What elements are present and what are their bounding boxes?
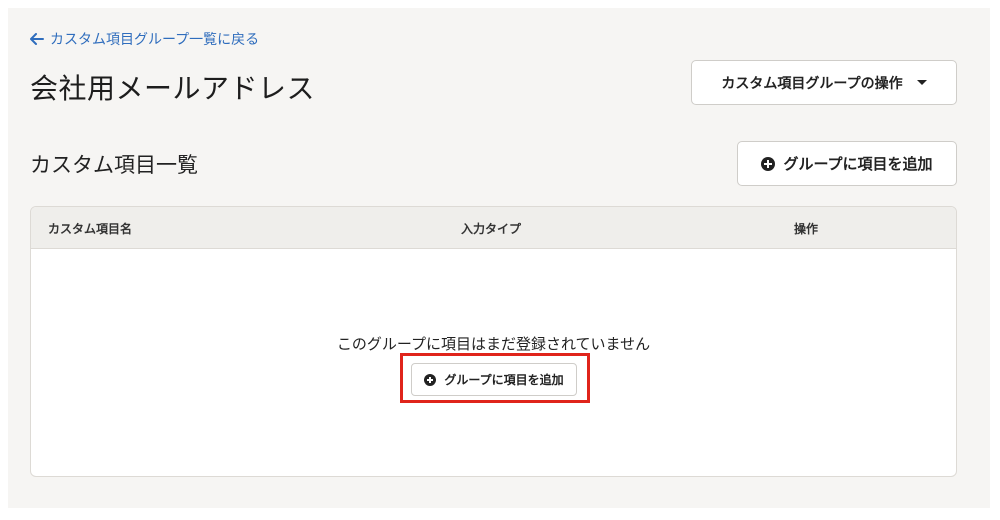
plus-circle-icon: [424, 373, 437, 386]
back-link[interactable]: カスタム項目グループ一覧に戻る: [30, 29, 259, 49]
page-container: カスタム項目グループ一覧に戻る 会社用メールアドレス カスタム項目グループの操作…: [8, 8, 990, 508]
page-title: 会社用メールアドレス: [30, 72, 316, 105]
empty-state-add-item-button[interactable]: グループに項目を追加: [411, 363, 577, 396]
plus-circle-icon: [761, 156, 776, 171]
group-actions-label: カスタム項目グループの操作: [721, 75, 903, 92]
caret-down-icon: [916, 80, 927, 85]
column-header-name: カスタム項目名: [48, 222, 133, 236]
column-header-input-type: 入力タイプ: [461, 222, 522, 236]
column-header-actions: 操作: [794, 222, 819, 236]
back-link-label: カスタム項目グループ一覧に戻る: [50, 32, 260, 48]
empty-state-message: このグループに項目はまだ登録されていません: [336, 335, 651, 353]
empty-state-add-item-label: グループに項目を追加: [444, 373, 564, 387]
arrow-left-icon: [30, 33, 44, 45]
table-header: カスタム項目名 入力タイプ 操作: [31, 207, 956, 249]
add-item-button[interactable]: グループに項目を追加: [737, 141, 957, 186]
section-title: カスタム項目一覧: [30, 153, 198, 177]
custom-items-table: カスタム項目名 入力タイプ 操作 このグループに項目はまだ登録されていません: [30, 206, 957, 477]
add-item-label: グループに項目を追加: [783, 155, 933, 173]
group-actions-button[interactable]: カスタム項目グループの操作: [691, 60, 957, 105]
